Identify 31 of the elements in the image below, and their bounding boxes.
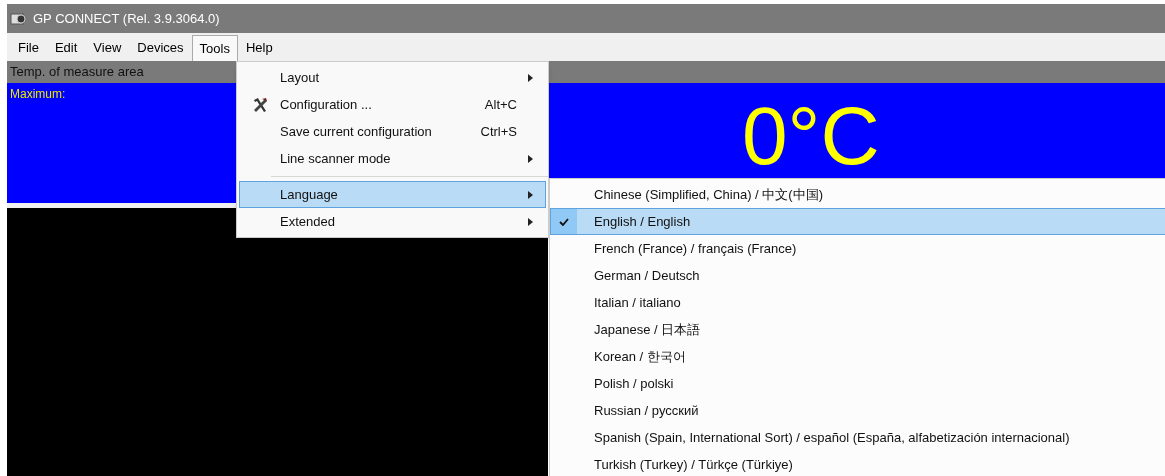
menu-item[interactable]: File xyxy=(10,35,47,61)
language-option[interactable]: Japanese / 日本語 xyxy=(550,316,1165,343)
panel-header: Temp. of measure area xyxy=(10,63,144,82)
shortcut-label: Alt+C xyxy=(484,95,517,114)
language-option[interactable]: Russian / русский xyxy=(550,397,1165,424)
menu-item[interactable]: Extended xyxy=(239,208,546,235)
language-option[interactable]: English / English xyxy=(550,208,1165,235)
language-option[interactable]: Polish / polski xyxy=(550,370,1165,397)
menu-item[interactable]: Layout xyxy=(239,64,546,91)
maximum-label: Maximum: xyxy=(10,86,66,103)
camera-icon xyxy=(10,11,28,26)
menu-item[interactable]: Save current configuration Ctrl+S xyxy=(239,118,546,145)
shortcut-label: Ctrl+S xyxy=(480,122,517,141)
menu-item[interactable]: Tools xyxy=(191,35,238,61)
menu-item[interactable]: Language xyxy=(239,181,546,208)
tools-icon xyxy=(252,96,268,113)
language-option[interactable]: Italian / italiano xyxy=(550,289,1165,316)
language-option[interactable]: Turkish (Turkey) / Türkçe (Türkiye) xyxy=(550,451,1165,476)
language-option[interactable]: Chinese (Simplified, China) / 中文(中国) xyxy=(550,181,1165,208)
menu-item[interactable]: Line scanner mode xyxy=(239,145,546,172)
window-title: GP CONNECT (Rel. 3.9.3064.0) xyxy=(33,9,220,28)
menu-item[interactable]: Help xyxy=(237,35,281,61)
menu-item[interactable]: Devices xyxy=(129,35,192,61)
menu-item[interactable]: View xyxy=(85,35,130,61)
temperature-reading: 0°C xyxy=(742,95,880,177)
language-option[interactable]: Spanish (Spain, International Sort) / español (España, alfabetización internacional) xyxy=(550,424,1165,451)
language-option[interactable]: German / Deutsch xyxy=(550,262,1165,289)
menu-item[interactable]: Edit xyxy=(46,35,86,61)
menu-item[interactable]: Configuration ... Alt+C xyxy=(239,91,546,118)
language-option[interactable]: French (France) / français (France) xyxy=(550,235,1165,262)
language-option[interactable]: Korean / 한국어 xyxy=(550,343,1165,370)
